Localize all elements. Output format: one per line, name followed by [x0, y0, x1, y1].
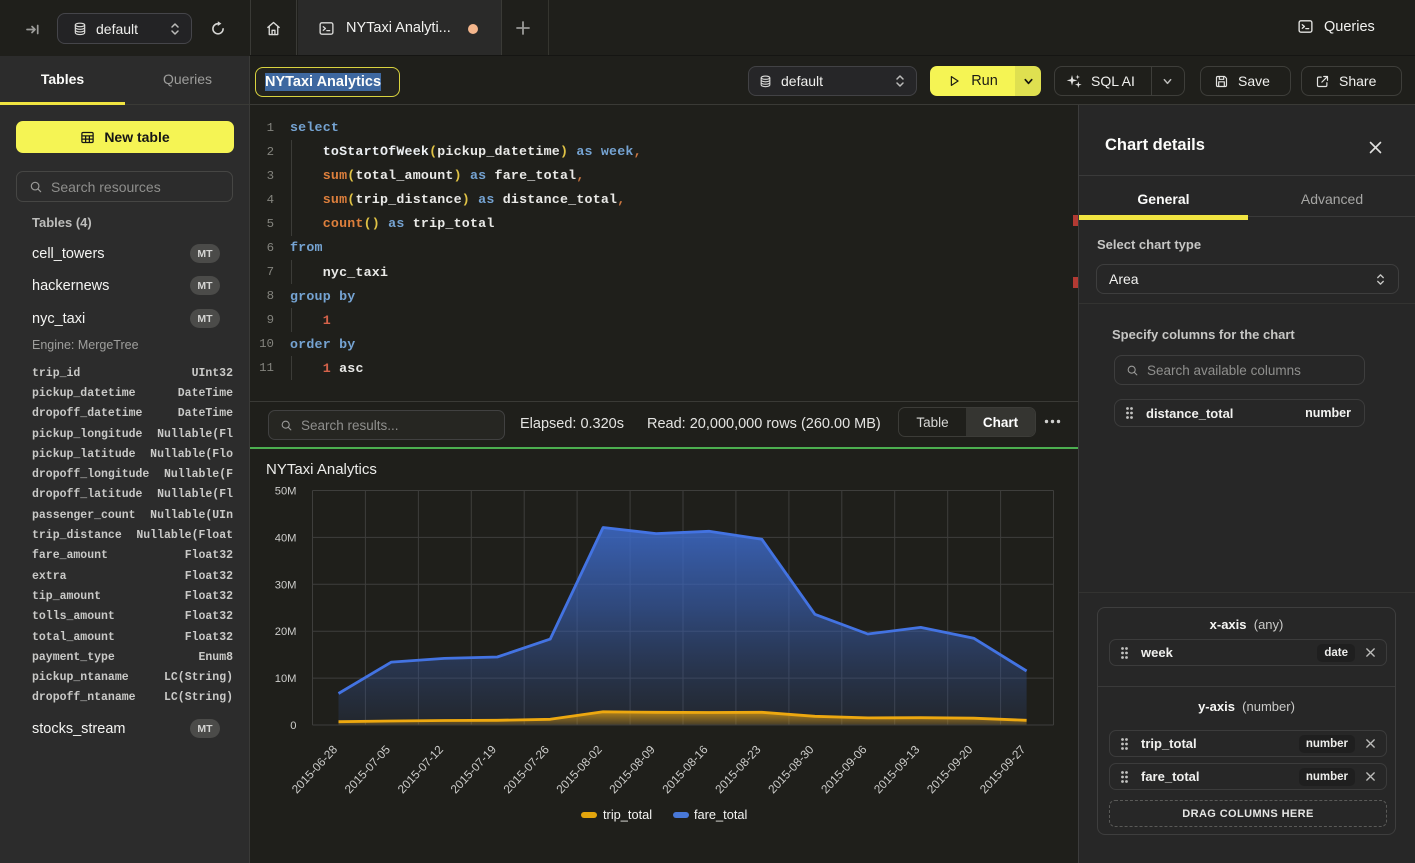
svg-text:2015-06-28: 2015-06-28 — [289, 742, 341, 796]
svg-text:2015-08-02: 2015-08-02 — [553, 742, 604, 796]
svg-text:fare_total: fare_total — [694, 807, 747, 822]
svg-text:2015-09-06: 2015-09-06 — [818, 742, 870, 796]
svg-text:20M: 20M — [275, 626, 297, 638]
svg-text:2015-07-12: 2015-07-12 — [395, 742, 446, 796]
svg-text:2015-07-05: 2015-07-05 — [342, 742, 394, 796]
svg-text:30M: 30M — [275, 579, 297, 591]
svg-text:40M: 40M — [275, 532, 297, 544]
svg-text:2015-09-20: 2015-09-20 — [924, 742, 976, 796]
svg-text:2015-08-16: 2015-08-16 — [659, 742, 711, 796]
svg-text:2015-08-09: 2015-08-09 — [606, 742, 657, 796]
svg-text:0: 0 — [290, 720, 296, 732]
svg-text:2015-08-30: 2015-08-30 — [765, 742, 817, 796]
svg-text:10M: 10M — [275, 673, 297, 685]
svg-text:2015-09-13: 2015-09-13 — [871, 742, 923, 796]
svg-text:trip_total: trip_total — [603, 807, 652, 822]
svg-text:50M: 50M — [275, 486, 297, 498]
svg-text:2015-09-27: 2015-09-27 — [977, 742, 1028, 796]
svg-text:2015-07-19: 2015-07-19 — [448, 742, 499, 796]
svg-text:2015-07-26: 2015-07-26 — [500, 742, 552, 796]
svg-text:2015-08-23: 2015-08-23 — [712, 742, 764, 796]
